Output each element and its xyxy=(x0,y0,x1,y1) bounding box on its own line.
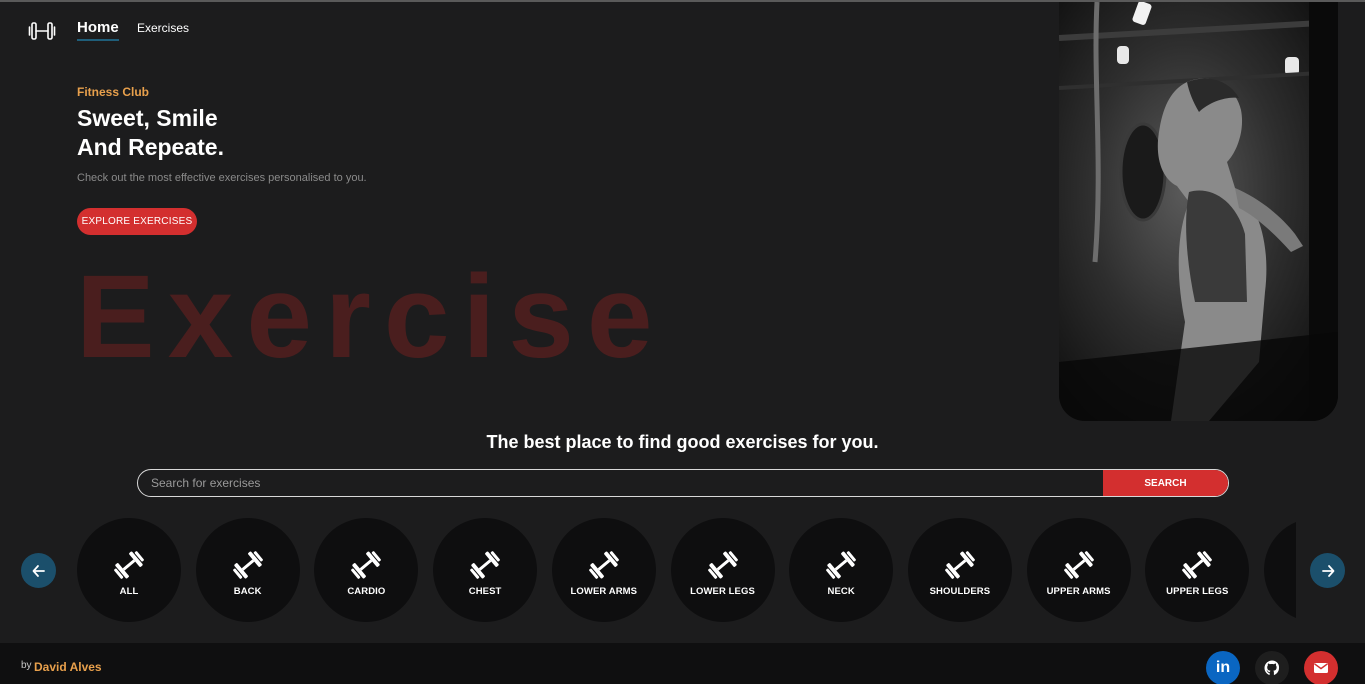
athlete-photo xyxy=(1059,2,1338,421)
category-item[interactable]: NECK xyxy=(789,518,894,622)
dumbbell-icon xyxy=(944,550,975,579)
linkedin-button[interactable]: in xyxy=(1206,651,1240,684)
hero-title-line-2: And Repeate. xyxy=(77,134,224,160)
hero-description: Check out the most effective exercises p… xyxy=(77,172,367,184)
github-button[interactable] xyxy=(1255,651,1289,684)
category-label: UPPER ARMS xyxy=(1046,585,1111,597)
athlete-photo-illustration xyxy=(1059,2,1338,421)
category-item[interactable]: CHEST xyxy=(433,518,538,622)
category-label: BACK xyxy=(233,585,262,597)
category-label: CHEST xyxy=(468,585,502,597)
category-item[interactable]: LOWER LEGS xyxy=(670,518,775,622)
search-button[interactable]: SEARCH xyxy=(1103,470,1228,496)
category-label: NECK xyxy=(827,585,855,597)
linkedin-icon: in xyxy=(1215,659,1231,676)
category-label: ALL xyxy=(119,585,139,597)
dumbbell-icon xyxy=(1063,550,1094,579)
background-word: Exercise xyxy=(76,251,666,383)
category-label: LOWER LEGS xyxy=(690,585,755,597)
category-label: UPPER LEGS xyxy=(1166,585,1229,597)
category-item[interactable]: CARDIO xyxy=(314,518,419,622)
dumbbell-icon xyxy=(351,550,382,579)
hero-title: Sweet, Smile And Repeate. xyxy=(77,104,224,162)
category-label: LOWER ARMS xyxy=(570,585,638,597)
nav-exercises-link[interactable]: Exercises xyxy=(137,21,189,35)
category-item-partial[interactable] xyxy=(1264,518,1296,622)
category-item[interactable]: ALL xyxy=(77,518,181,622)
category-item[interactable]: UPPER LEGS xyxy=(1145,518,1250,622)
carousel-next-button[interactable] xyxy=(1310,553,1345,588)
footer: by David Alves xyxy=(0,643,1365,684)
category-carousel[interactable]: ALL BACK CARDIO CHEST LOWER ARMS LOWER L… xyxy=(77,518,1296,622)
email-icon xyxy=(1314,663,1328,673)
dumbbell-icon xyxy=(1182,550,1213,579)
github-icon xyxy=(1264,660,1280,676)
category-item[interactable]: LOWER ARMS xyxy=(551,518,656,622)
hero-subtitle: Fitness Club xyxy=(77,85,150,99)
explore-exercises-button[interactable]: EXPLORE EXERCISES xyxy=(77,208,197,235)
email-button[interactable] xyxy=(1304,651,1338,684)
dumbbell-icon xyxy=(232,550,263,579)
hero-title-line-1: Sweet, Smile xyxy=(77,105,218,131)
category-item[interactable]: SHOULDERS xyxy=(907,518,1012,622)
arrow-right-icon xyxy=(1321,564,1334,577)
category-item[interactable]: UPPER ARMS xyxy=(1026,518,1131,622)
dumbbell-icon xyxy=(470,550,501,579)
dumbbell-icon[interactable] xyxy=(28,18,56,44)
category-label: SHOULDERS xyxy=(929,585,991,597)
search-bar: SEARCH xyxy=(137,469,1229,497)
search-tagline: The best place to find good exercises fo… xyxy=(486,432,879,452)
dumbbell-icon xyxy=(707,550,738,579)
footer-author[interactable]: David Alves xyxy=(34,660,102,674)
category-label: CARDIO xyxy=(347,585,386,597)
dumbbell-icon xyxy=(114,550,144,579)
category-item[interactable]: BACK xyxy=(195,518,300,622)
arrow-left-icon xyxy=(32,564,45,577)
nav-home-link[interactable]: Home xyxy=(77,19,119,41)
dumbbell-icon xyxy=(588,550,619,579)
dumbbell-icon xyxy=(826,550,857,579)
search-input[interactable] xyxy=(138,470,1103,496)
carousel-prev-button[interactable] xyxy=(21,553,56,588)
footer-by-label: by xyxy=(21,660,32,671)
